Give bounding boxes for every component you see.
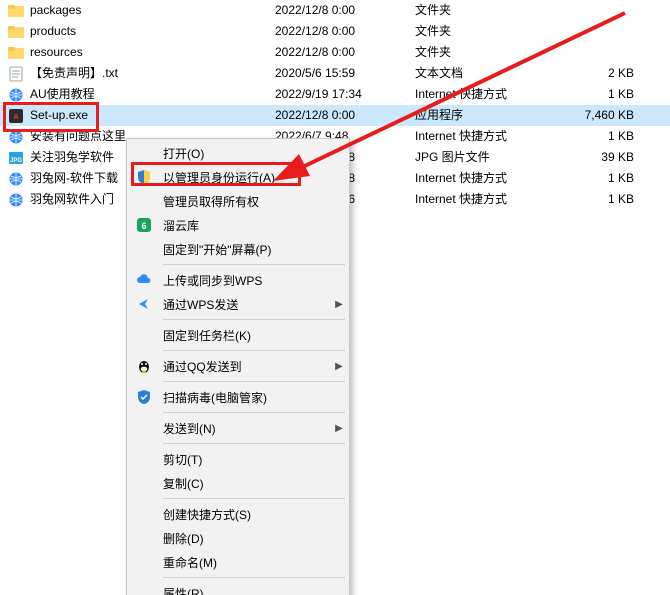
- menu-run-as-admin[interactable]: 以管理员身份运行(A): [129, 165, 347, 189]
- file-name: 关注羽兔学软件: [30, 147, 114, 168]
- internet-shortcut-icon: [8, 129, 24, 145]
- folder-icon: [8, 24, 24, 40]
- menu-separator: [163, 350, 345, 351]
- file-name: products: [30, 21, 76, 42]
- menu-delete[interactable]: 删除(D): [129, 526, 347, 550]
- file-type: Internet 快捷方式: [415, 84, 555, 105]
- folder-icon: [8, 45, 24, 61]
- menu-copy[interactable]: 复制(C): [129, 471, 347, 495]
- file-name: 【免责声明】.txt: [30, 63, 118, 84]
- file-name: packages: [30, 0, 81, 21]
- file-name: 羽兔网-软件下载: [30, 168, 118, 189]
- file-date: 2022/12/8 0:00: [275, 21, 415, 42]
- shield-icon: [135, 168, 153, 186]
- menu-rename[interactable]: 重命名(M): [129, 550, 347, 574]
- menu-separator: [163, 381, 345, 382]
- file-row[interactable]: resources 2022/12/8 0:00 文件夹: [0, 42, 670, 63]
- menu-send-to[interactable]: 发送到(N)▶: [129, 416, 347, 440]
- file-size: 7,460 KB: [555, 105, 650, 126]
- exe-icon: A: [8, 108, 24, 124]
- file-date: 2022/9/19 17:34: [275, 84, 415, 105]
- file-type: Internet 快捷方式: [415, 168, 555, 189]
- shield-scan-icon: [135, 388, 153, 406]
- file-name: resources: [30, 42, 83, 63]
- file-type: 文件夹: [415, 42, 555, 63]
- svg-text:6: 6: [141, 221, 146, 231]
- jpg-icon: JPG: [8, 150, 24, 166]
- menu-liuyunku[interactable]: 6 溜云库: [129, 213, 347, 237]
- internet-shortcut-icon: [8, 171, 24, 187]
- menu-upload-wps[interactable]: 上传或同步到WPS: [129, 268, 347, 292]
- file-name: 羽兔网软件入门: [30, 189, 114, 210]
- menu-send-via-wps[interactable]: 通过WPS发送▶: [129, 292, 347, 316]
- file-date: 2022/12/8 0:00: [275, 105, 415, 126]
- menu-open[interactable]: 打开(O): [129, 141, 347, 165]
- file-name: 安装有问题点这里: [30, 126, 126, 147]
- menu-create-shortcut[interactable]: 创建快捷方式(S): [129, 502, 347, 526]
- internet-shortcut-icon: [8, 192, 24, 208]
- file-date: 2022/12/8 0:00: [275, 0, 415, 21]
- submenu-arrow-icon: ▶: [331, 361, 347, 372]
- menu-separator: [163, 412, 345, 413]
- file-type: Internet 快捷方式: [415, 126, 555, 147]
- file-size: 39 KB: [555, 147, 650, 168]
- file-name: Set-up.exe: [30, 105, 88, 126]
- file-row[interactable]: AU使用教程 2022/9/19 17:34 Internet 快捷方式 1 K…: [0, 84, 670, 105]
- menu-admin-take-ownership[interactable]: 管理员取得所有权: [129, 189, 347, 213]
- file-row[interactable]: 【免责声明】.txt 2020/5/6 15:59 文本文档 2 KB: [0, 63, 670, 84]
- liuyunku-icon: 6: [135, 216, 153, 234]
- menu-separator: [163, 319, 345, 320]
- file-date: 2022/12/8 0:00: [275, 42, 415, 63]
- folder-icon: [8, 3, 24, 19]
- text-file-icon: [8, 66, 24, 82]
- menu-scan-virus[interactable]: 扫描病毒(电脑管家): [129, 385, 347, 409]
- file-type: 文件夹: [415, 0, 555, 21]
- context-menu: 打开(O) 以管理员身份运行(A) 管理员取得所有权 6 溜云库 固定到"开始"…: [126, 138, 350, 595]
- menu-properties[interactable]: 属性(R): [129, 581, 347, 595]
- menu-separator: [163, 443, 345, 444]
- cloud-upload-icon: [135, 271, 153, 289]
- file-row[interactable]: packages 2022/12/8 0:00 文件夹: [0, 0, 670, 21]
- submenu-arrow-icon: ▶: [331, 299, 347, 310]
- menu-pin-to-taskbar[interactable]: 固定到任务栏(K): [129, 323, 347, 347]
- file-size: 1 KB: [555, 168, 650, 189]
- svg-text:A: A: [13, 114, 18, 121]
- file-row-selected[interactable]: A Set-up.exe 2022/12/8 0:00 应用程序 7,460 KB: [0, 105, 670, 126]
- svg-text:JPG: JPG: [10, 158, 22, 164]
- file-type: Internet 快捷方式: [415, 189, 555, 210]
- menu-separator: [163, 264, 345, 265]
- menu-separator: [163, 498, 345, 499]
- menu-cut[interactable]: 剪切(T): [129, 447, 347, 471]
- file-name: AU使用教程: [30, 84, 95, 105]
- file-size: 1 KB: [555, 189, 650, 210]
- internet-shortcut-icon: [8, 87, 24, 103]
- share-icon: [135, 295, 153, 313]
- file-type: 文本文档: [415, 63, 555, 84]
- file-type: 文件夹: [415, 21, 555, 42]
- file-date: 2020/5/6 15:59: [275, 63, 415, 84]
- file-row[interactable]: products 2022/12/8 0:00 文件夹: [0, 21, 670, 42]
- menu-pin-to-start[interactable]: 固定到"开始"屏幕(P): [129, 237, 347, 261]
- qq-icon: [135, 357, 153, 375]
- file-size: 2 KB: [555, 63, 650, 84]
- file-type: JPG 图片文件: [415, 147, 555, 168]
- submenu-arrow-icon: ▶: [331, 423, 347, 434]
- file-size: 1 KB: [555, 84, 650, 105]
- menu-separator: [163, 577, 345, 578]
- menu-send-via-qq[interactable]: 通过QQ发送到▶: [129, 354, 347, 378]
- file-type: 应用程序: [415, 105, 555, 126]
- file-size: 1 KB: [555, 126, 650, 147]
